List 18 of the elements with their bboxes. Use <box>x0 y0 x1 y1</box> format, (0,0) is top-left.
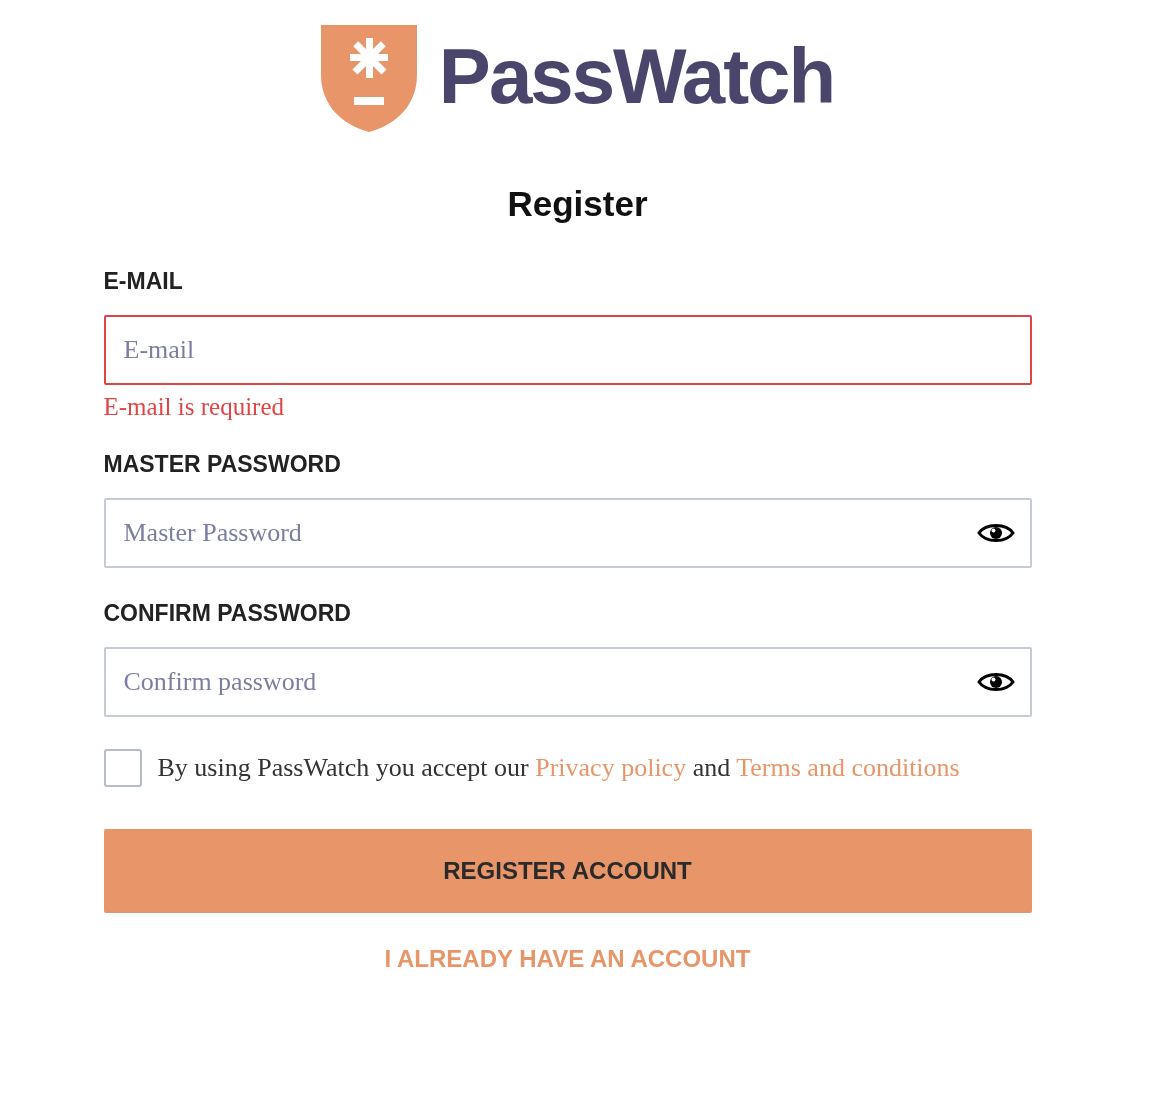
error-message: E-mail is required <box>103 393 285 421</box>
password-field[interactable]: Master Password <box>103 498 1032 568</box>
register-button[interactable]: REGISTER ACCOUNT <box>103 829 1032 913</box>
field-label: MASTER PASSWORD <box>103 451 342 478</box>
terms-text: By using PassWatch you accept our Privacy policy and Terms and conditions <box>157 753 960 783</box>
page-title: Register <box>507 184 648 224</box>
terms-link[interactable]: Privacy policy <box>535 753 687 782</box>
email-field[interactable]: E-mail <box>103 315 1032 385</box>
field-label: E-MAIL <box>103 268 184 295</box>
brand-name: PassWatch <box>438 36 835 121</box>
password-field[interactable]: Confirm password <box>103 647 1032 717</box>
eye-icon[interactable] <box>976 521 1015 545</box>
login-link[interactable]: I ALREADY HAVE AN ACCOUNT <box>384 945 751 973</box>
terms-link[interactable]: Terms and conditions <box>736 753 960 782</box>
eye-icon[interactable] <box>976 670 1015 694</box>
shield-logo-icon <box>320 25 417 132</box>
terms-checkbox[interactable] <box>103 749 142 787</box>
field-label: CONFIRM PASSWORD <box>103 600 352 627</box>
